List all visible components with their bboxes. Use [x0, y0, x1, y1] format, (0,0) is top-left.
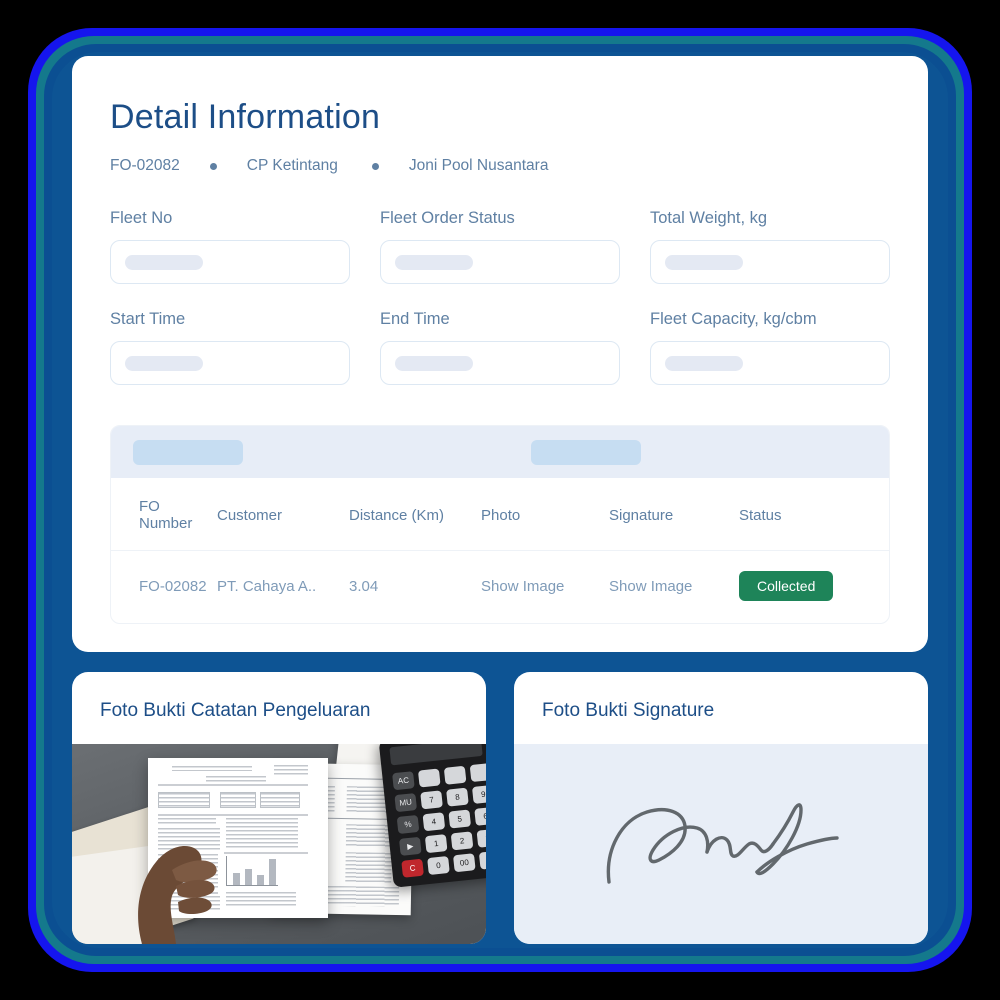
signature-card-title: Foto Bukti Signature: [542, 700, 715, 721]
column-header-fo-number: FO Number: [111, 478, 217, 551]
breadcrumb-item-fo-number: FO-02082: [110, 157, 180, 174]
fleet-capacity-input[interactable]: [650, 341, 890, 385]
field-start-time: Start Time: [110, 310, 350, 385]
field-end-time: End Time: [380, 310, 620, 385]
breadcrumb-item-pool: Joni Pool Nusantara: [408, 157, 549, 174]
signature-canvas: [514, 744, 928, 944]
field-fleet-no: Fleet No: [110, 209, 350, 284]
field-fleet-order-status: Fleet Order Status: [380, 209, 620, 284]
detail-form: Fleet No Fleet Order Status Total Weight…: [110, 209, 890, 385]
fleet-no-input[interactable]: [110, 240, 350, 284]
page-title: Detail Information: [110, 98, 381, 136]
toolbar-loading-skeleton: [531, 439, 641, 465]
field-label: End Time: [380, 310, 450, 328]
breadcrumb: FO-02082 CP Ketintang Joni Pool Nusantar…: [110, 157, 890, 175]
signature-photo-card: Foto Bukti Signature: [514, 672, 928, 944]
end-time-input[interactable]: [380, 341, 620, 385]
cell-distance: 3.04: [349, 577, 379, 595]
field-label: Fleet Order Status: [380, 209, 515, 227]
orders-table-panel: FO Number Customer Distance (Km) Photo S…: [110, 425, 890, 624]
grid-spacer: [350, 310, 380, 385]
field-total-weight: Total Weight, kg: [650, 209, 890, 284]
signature-photo[interactable]: [514, 744, 928, 944]
cell-customer: PT. Cahaya A..: [217, 577, 317, 595]
grid-spacer: [620, 310, 650, 385]
app-stage: Detail Information FO-02082 CP Ketintang…: [72, 56, 928, 944]
table-header-row: FO Number Customer Distance (Km) Photo S…: [111, 478, 889, 551]
grid-spacer: [350, 209, 380, 284]
toolbar-loading-skeleton: [133, 439, 243, 465]
field-label: Fleet Capacity, kg/cbm: [650, 310, 817, 328]
start-time-input[interactable]: [110, 341, 350, 385]
loading-skeleton: [665, 355, 743, 371]
detail-information-card: Detail Information FO-02082 CP Ketintang…: [72, 56, 928, 652]
loading-skeleton: [665, 254, 743, 270]
expense-record-card-title: Foto Bukti Catatan Pengeluaran: [100, 700, 371, 721]
hand-holding-bill: [138, 845, 217, 944]
field-fleet-capacity: Fleet Capacity, kg/cbm: [650, 310, 890, 385]
breadcrumb-item-location: CP Ketintang: [246, 157, 338, 174]
field-label: Total Weight, kg: [650, 209, 768, 227]
show-photo-link[interactable]: Show Image: [481, 551, 609, 624]
status-badge: Collected: [739, 571, 834, 601]
loading-skeleton: [395, 355, 473, 371]
breadcrumb-separator-dot: [209, 162, 217, 170]
fleet-order-status-input[interactable]: [380, 240, 620, 284]
cell-status: Collected: [739, 551, 889, 624]
column-header-status: Status: [739, 478, 889, 551]
cell-fo-number: FO-02082: [139, 577, 207, 595]
field-label: Start Time: [110, 310, 186, 328]
loading-skeleton: [125, 254, 203, 270]
orders-table: FO Number Customer Distance (Km) Photo S…: [111, 478, 889, 623]
column-header-distance: Distance (Km): [349, 478, 481, 551]
grid-spacer: [620, 209, 650, 284]
expense-record-photo-card: Foto Bukti Catatan Pengeluaran AC MU 7 8…: [72, 672, 486, 944]
breadcrumb-separator-dot: [371, 162, 379, 170]
show-signature-link[interactable]: Show Image: [609, 551, 739, 624]
evidence-cards-row: Foto Bukti Catatan Pengeluaran AC MU 7 8…: [72, 672, 928, 944]
total-weight-input[interactable]: [650, 240, 890, 284]
signature-mark: [606, 803, 839, 884]
receipt-photo-scene: AC MU 7 8 9 % 4 5 6 ▶ 1 2 C 0 00: [72, 744, 486, 944]
column-header-signature: Signature: [609, 478, 739, 551]
field-label: Fleet No: [110, 209, 173, 227]
expense-record-photo[interactable]: AC MU 7 8 9 % 4 5 6 ▶ 1 2 C 0 00: [72, 744, 486, 944]
table-row[interactable]: FO-02082 PT. Cahaya A.. 3.04 Show Image …: [111, 551, 889, 624]
loading-skeleton: [125, 355, 203, 371]
loading-skeleton: [395, 254, 473, 270]
column-header-photo: Photo: [481, 478, 609, 551]
column-header-customer: Customer: [217, 478, 349, 551]
table-toolbar: [111, 426, 889, 478]
